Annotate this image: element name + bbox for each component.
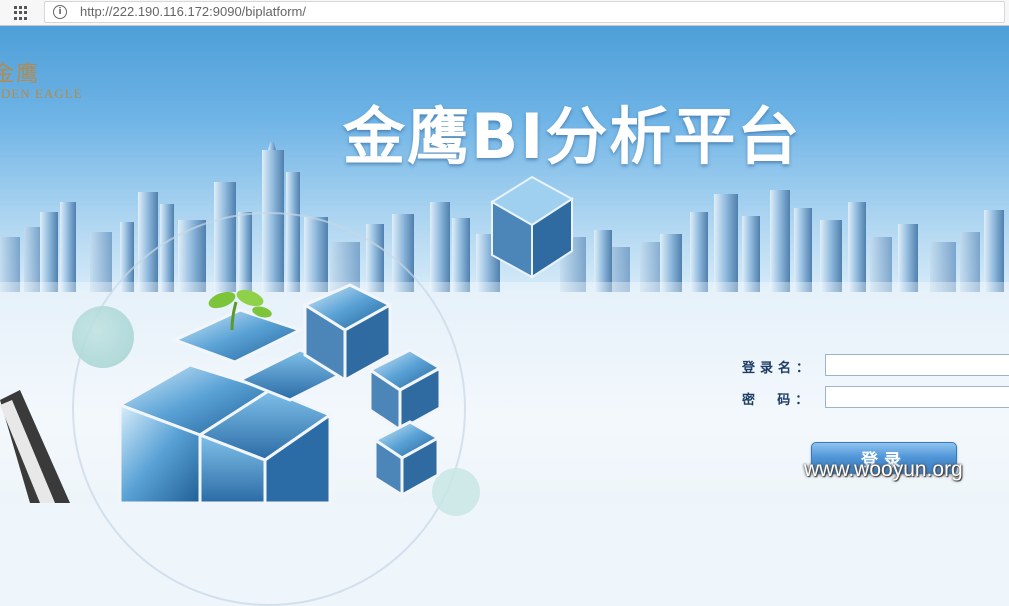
username-label: 登录名：	[742, 360, 815, 375]
golden-eagle-logo: 金鹰 LDEN EAGLE	[0, 56, 83, 102]
login-form: 登录名： 密 码：	[730, 352, 1009, 416]
browser-address-bar: i http://222.190.116.172:9090/biplatform…	[0, 0, 1009, 26]
page-info-icon[interactable]: i	[53, 5, 67, 19]
apps-grid-icon[interactable]	[14, 6, 28, 20]
url-field[interactable]: i http://222.190.116.172:9090/biplatform…	[44, 1, 1005, 23]
logo-en: LDEN EAGLE	[0, 86, 83, 101]
url-text[interactable]: http://222.190.116.172:9090/biplatform/	[80, 4, 306, 19]
rubiks-cube-illustration	[0, 283, 444, 503]
password-input[interactable]	[825, 386, 1009, 408]
watermark-text: www.wooyun.org	[804, 458, 963, 481]
password-row: 密 码：	[730, 384, 1009, 416]
username-input[interactable]	[825, 354, 1009, 376]
logo-cn: 金鹰	[0, 62, 41, 87]
username-row: 登录名：	[730, 352, 1009, 384]
password-label: 密 码：	[742, 392, 814, 407]
